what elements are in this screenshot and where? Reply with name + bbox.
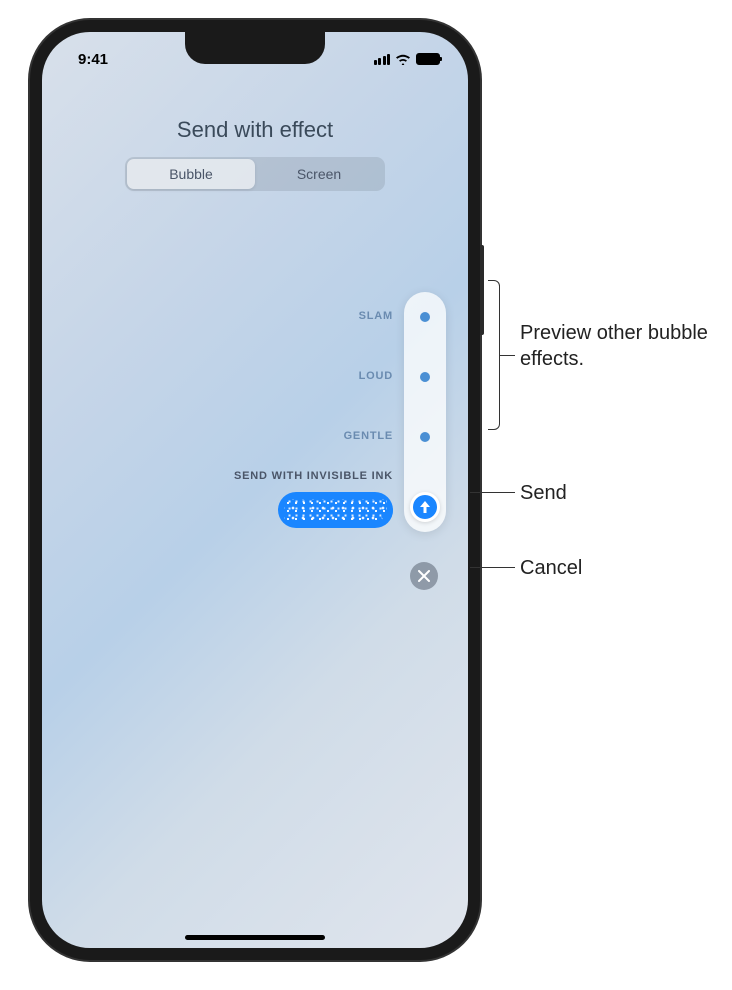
effect-type-segmented-control[interactable]: Bubble Screen [125,157,385,191]
effect-label-gentle: GENTLE [344,430,393,442]
callout-line-cancel [470,567,515,568]
callout-line-send [470,492,515,493]
wifi-icon [395,53,411,65]
callout-send: Send [520,480,567,506]
page-title: Send with effect [42,117,468,143]
invisible-ink-effect [284,499,388,521]
effect-dot-loud[interactable] [420,372,430,382]
effect-dot-slam[interactable] [420,312,430,322]
message-bubble-preview [278,492,393,528]
cancel-button[interactable] [410,562,438,590]
effect-label-slam: SLAM [359,310,393,322]
battery-icon [416,53,440,65]
callout-preview: Preview other bubble effects. [520,320,732,372]
callout-bracket-preview [488,280,500,430]
phone-screen: 9:41 Send with effect Bubble Screen SLAM… [42,32,468,948]
callout-cancel: Cancel [520,555,582,581]
cellular-icon [374,54,391,65]
effects-selector-track [404,292,446,532]
effect-dot-gentle[interactable] [420,432,430,442]
close-icon [418,570,430,582]
home-indicator[interactable] [185,935,325,940]
effect-label-loud: LOUD [359,370,393,382]
arrow-up-icon [412,494,438,520]
tab-bubble[interactable]: Bubble [127,159,255,189]
power-button [480,245,484,335]
tab-screen[interactable]: Screen [255,159,383,189]
status-time: 9:41 [70,51,108,68]
send-button[interactable] [410,492,440,522]
callout-line-preview [500,355,515,356]
effect-label-invisible-ink: SEND WITH INVISIBLE INK [234,470,393,482]
notch [185,32,325,64]
phone-frame: 9:41 Send with effect Bubble Screen SLAM… [30,20,480,960]
